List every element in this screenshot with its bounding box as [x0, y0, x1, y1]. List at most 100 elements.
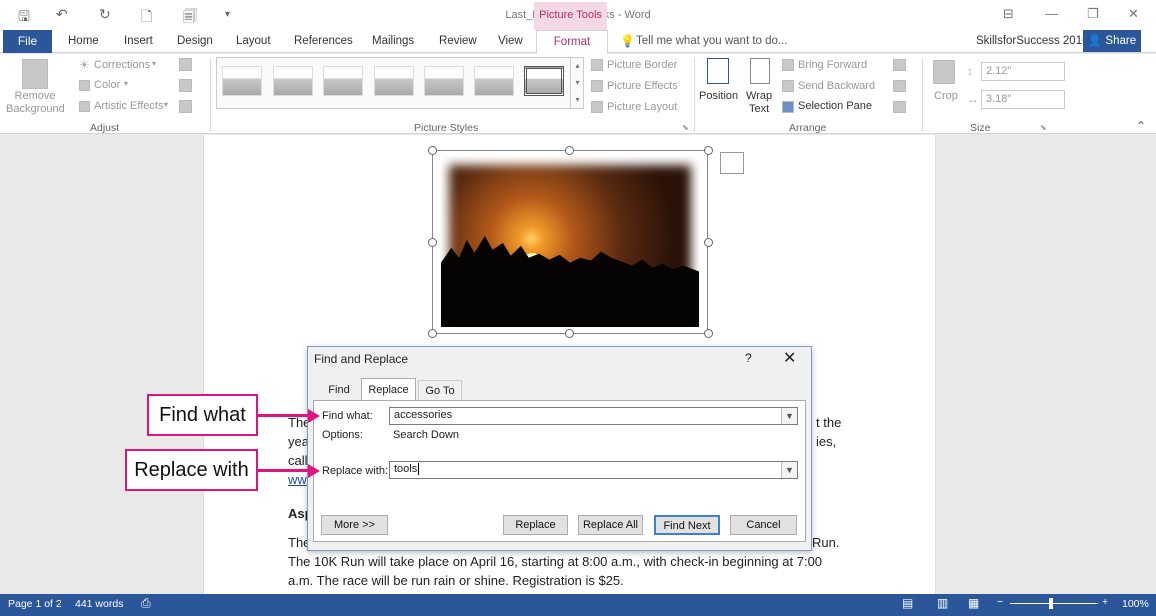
- color-button[interactable]: Color: [94, 79, 120, 91]
- chevron-down-icon[interactable]: ▼: [781, 408, 797, 424]
- send-backward-button[interactable]: Send Backward: [798, 80, 875, 92]
- share-button[interactable]: 👤 Share: [1083, 30, 1141, 52]
- web-layout-icon[interactable]: ▦: [968, 596, 979, 610]
- shape-width-icon: ↔: [967, 92, 979, 106]
- zoom-slider-track[interactable]: [1010, 603, 1098, 604]
- width-spinner[interactable]: 3.18": [981, 90, 1065, 109]
- replace-with-input[interactable]: tools: [389, 461, 798, 479]
- close-button[interactable]: ✕: [1128, 6, 1139, 22]
- change-picture-icon[interactable]: [179, 79, 192, 92]
- bring-forward-button[interactable]: Bring Forward: [798, 59, 867, 71]
- zoom-slider-thumb[interactable]: [1049, 598, 1053, 609]
- ribbon-display-options-icon[interactable]: ⊟: [1003, 6, 1014, 22]
- height-spinner[interactable]: 2.12": [981, 62, 1065, 81]
- picture-layout-button[interactable]: Picture Layout: [607, 101, 677, 113]
- group-label-size: Size: [970, 122, 991, 134]
- resize-handle[interactable]: [428, 146, 437, 155]
- zoom-level[interactable]: 100%: [1122, 598, 1149, 610]
- chevron-down-icon[interactable]: ▼: [781, 462, 797, 478]
- group-label-picture-styles: Picture Styles: [414, 122, 479, 134]
- replace-with-value: tools: [394, 463, 418, 475]
- selection-pane-button[interactable]: Selection Pane: [798, 100, 872, 112]
- group-divider: [922, 58, 923, 132]
- dialog-close-button[interactable]: ✕: [783, 348, 796, 368]
- resize-handle[interactable]: [565, 329, 574, 338]
- cancel-button[interactable]: Cancel: [730, 515, 797, 535]
- resize-handle[interactable]: [704, 146, 713, 155]
- picture-style-thumb[interactable]: [323, 66, 363, 96]
- tab-format[interactable]: Format: [536, 30, 608, 54]
- tab-insert[interactable]: Insert: [124, 35, 153, 47]
- picture-style-thumb[interactable]: [474, 66, 514, 96]
- corrections-button[interactable]: Corrections: [94, 59, 150, 71]
- picture-style-thumb-selected[interactable]: [524, 66, 564, 96]
- compress-pictures-icon[interactable]: [179, 58, 192, 71]
- page-count[interactable]: Page 1 of 2: [8, 598, 62, 610]
- resize-handle[interactable]: [428, 329, 437, 338]
- zoom-in-icon[interactable]: +: [1102, 596, 1108, 608]
- body-text-line: call: [288, 453, 308, 468]
- find-what-input[interactable]: accessories: [389, 407, 798, 425]
- account-name[interactable]: SkillsforSuccess 2016: [976, 35, 1089, 47]
- picture-style-thumb[interactable]: [273, 66, 313, 96]
- resize-handle[interactable]: [428, 238, 437, 247]
- group-divider: [694, 58, 695, 132]
- picture-style-thumb[interactable]: [222, 66, 262, 96]
- artistic-effects-icon: [79, 101, 90, 112]
- dialog-tab-replace[interactable]: Replace: [362, 380, 415, 400]
- resize-handle[interactable]: [565, 146, 574, 155]
- minimize-button[interactable]: —: [1045, 6, 1058, 21]
- more-button[interactable]: More >>: [321, 515, 388, 535]
- tab-file[interactable]: File: [3, 30, 52, 53]
- proofing-icon[interactable]: ⎙: [141, 596, 151, 611]
- find-next-button[interactable]: Find Next: [654, 515, 720, 535]
- tab-layout[interactable]: Layout: [236, 35, 271, 47]
- picture-style-thumb[interactable]: [424, 66, 464, 96]
- tab-references[interactable]: References: [294, 35, 353, 47]
- picture-border-button[interactable]: Picture Border: [607, 59, 677, 71]
- restore-button[interactable]: ❐: [1087, 6, 1099, 22]
- hyperlink[interactable]: ww: [288, 470, 307, 489]
- tab-mailings[interactable]: Mailings: [372, 35, 414, 47]
- remove-background-button[interactable]: Remove Background: [6, 90, 65, 116]
- tab-review[interactable]: Review: [439, 35, 477, 47]
- dialog-launcher-icon[interactable]: ⬊: [1040, 123, 1047, 132]
- align-icon[interactable]: [893, 59, 906, 71]
- read-mode-icon[interactable]: ▤: [902, 596, 913, 610]
- picture-style-thumb[interactable]: [374, 66, 414, 96]
- callout-arrowhead: [308, 409, 320, 423]
- replace-button[interactable]: Replace: [503, 515, 568, 535]
- gallery-scroll[interactable]: ▴ ▾ ▾: [570, 57, 584, 109]
- dialog-launcher-icon[interactable]: ⬊: [682, 123, 689, 132]
- replace-all-button[interactable]: Replace All: [578, 515, 643, 535]
- group-objects-icon[interactable]: [893, 80, 906, 92]
- resize-handle[interactable]: [704, 238, 713, 247]
- help-button[interactable]: ?: [745, 351, 752, 365]
- picture-effects-button[interactable]: Picture Effects: [607, 80, 678, 92]
- tell-me-search[interactable]: Tell me what you want to do...: [636, 35, 788, 47]
- tab-home[interactable]: Home: [68, 35, 99, 47]
- dialog-tab-goto[interactable]: Go To: [418, 380, 462, 400]
- wrap-text-button[interactable]: Wrap Text: [746, 90, 772, 116]
- reset-picture-icon[interactable]: [179, 100, 192, 113]
- rotate-icon[interactable]: [893, 101, 906, 113]
- color-icon: [79, 80, 90, 91]
- status-bar: [0, 594, 1156, 616]
- tab-design[interactable]: Design: [177, 35, 213, 47]
- position-button[interactable]: Position: [699, 90, 738, 102]
- picture-border-icon: [591, 59, 603, 71]
- callout-arrowhead: [308, 464, 320, 478]
- collapse-ribbon-icon[interactable]: ⌃: [1136, 119, 1146, 133]
- tab-view[interactable]: View: [498, 35, 523, 47]
- print-layout-icon[interactable]: ▥: [937, 596, 948, 610]
- artistic-effects-button[interactable]: Artistic Effects: [94, 100, 163, 112]
- dialog-title: Find and Replace: [314, 352, 409, 366]
- dialog-tab-find[interactable]: Find: [322, 380, 356, 400]
- crop-button[interactable]: Crop: [934, 90, 958, 102]
- remove-background-icon: [22, 59, 48, 89]
- resize-handle[interactable]: [704, 329, 713, 338]
- zoom-out-icon[interactable]: −: [997, 596, 1003, 608]
- layout-options-icon[interactable]: [720, 152, 744, 174]
- callout-find-what: Find what: [147, 394, 258, 436]
- word-count[interactable]: 441 words: [75, 598, 123, 610]
